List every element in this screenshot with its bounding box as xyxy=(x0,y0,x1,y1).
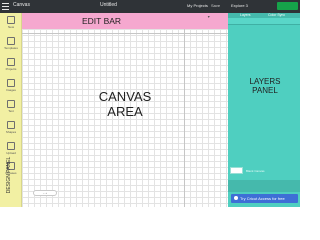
projects-icon xyxy=(7,58,15,66)
text-icon xyxy=(7,100,15,108)
layers-toolbar xyxy=(228,18,300,25)
hamburger-menu-icon[interactable] xyxy=(2,3,9,10)
make-it-button[interactable] xyxy=(277,2,298,10)
tab-color-sync[interactable]: Color Sync xyxy=(268,13,285,17)
cricut-access-button[interactable]: Try Cricut Access for free xyxy=(231,194,298,203)
document-title[interactable]: Untitled xyxy=(100,2,117,8)
tab-layers[interactable]: Layers xyxy=(240,13,251,17)
my-projects-button[interactable]: My Projects xyxy=(187,3,208,8)
app-title: Canvas xyxy=(13,2,30,8)
edit-bar-control[interactable]: ▼ xyxy=(207,15,210,19)
tool-images[interactable]: Images xyxy=(0,79,22,92)
edit-bar xyxy=(22,13,228,29)
zoom-control[interactable]: − + xyxy=(33,190,57,196)
canvas-guide-horizontal xyxy=(22,33,228,34)
access-icon xyxy=(234,196,238,200)
upload-icon xyxy=(7,142,15,150)
edit-bar-label: EDIT BAR xyxy=(82,16,122,26)
shapes-icon xyxy=(7,121,15,129)
tool-templates[interactable]: Templates xyxy=(0,37,22,50)
layers-panel xyxy=(228,13,300,207)
blank-canvas-swatch[interactable] xyxy=(230,167,243,174)
tool-new[interactable]: New xyxy=(0,16,22,29)
layers-panel-label: LAYERS PANEL xyxy=(249,77,281,95)
save-button[interactable]: Save xyxy=(211,3,220,8)
tool-shapes[interactable]: Shapes xyxy=(0,121,22,134)
images-icon xyxy=(7,79,15,87)
layers-actions-bar xyxy=(228,180,300,192)
canvas-area-label: CANVAS AREA xyxy=(98,89,152,119)
blank-canvas-label: Blank Canvas xyxy=(246,169,265,173)
new-icon xyxy=(7,16,15,24)
tool-projects[interactable]: Projects xyxy=(0,58,22,71)
canvas-guide-vertical xyxy=(184,29,185,207)
tool-text[interactable]: Text xyxy=(0,100,22,113)
machine-select[interactable]: Explore 3 xyxy=(231,3,248,8)
design-panel-label: DESIGN PANEL xyxy=(6,156,12,194)
templates-icon xyxy=(7,37,15,45)
top-bar xyxy=(0,0,300,13)
